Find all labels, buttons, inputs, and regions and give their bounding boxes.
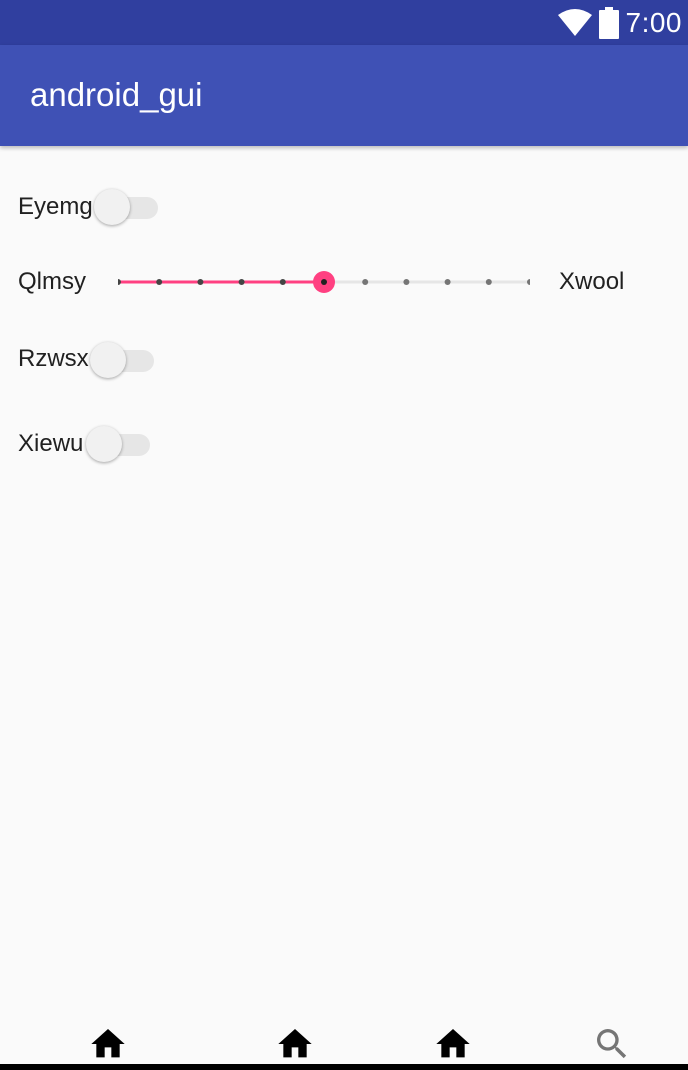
status-bar: 7:00 <box>0 0 688 45</box>
slider-tick <box>485 279 492 285</box>
slider-tick <box>362 279 369 285</box>
switch-label-eyemg: Eyemg <box>18 193 93 220</box>
slider-tick <box>118 279 121 285</box>
slider-tick <box>444 279 451 285</box>
screen: 7:00 android_gui Eyemg Qlmsy Xwool Rzwsx… <box>0 0 688 1070</box>
switch-xiewu[interactable] <box>86 424 150 464</box>
app-bar: android_gui <box>0 45 688 146</box>
app-title: android_gui <box>30 76 203 113</box>
slider-tick <box>527 279 530 285</box>
status-time: 7:00 <box>625 6 682 38</box>
switch-thumb[interactable] <box>90 342 126 378</box>
slider-tick <box>238 279 245 285</box>
search-icon[interactable] <box>592 1024 632 1064</box>
switch-eyemg[interactable] <box>94 187 158 227</box>
slider-tick <box>279 279 286 285</box>
switch-thumb[interactable] <box>86 426 122 462</box>
switch-rzwsx[interactable] <box>90 340 154 380</box>
system-nav-bar <box>0 1064 688 1070</box>
slider-label-start: Qlmsy <box>18 268 86 295</box>
battery-icon <box>598 6 619 39</box>
switch-label-xiewu: Xiewu <box>18 430 84 457</box>
discrete-slider[interactable] <box>118 262 530 302</box>
slider-thumb-tick <box>321 279 327 285</box>
bottom-nav <box>0 1020 688 1064</box>
home-icon[interactable] <box>88 1024 128 1064</box>
wifi-icon <box>557 8 592 36</box>
switch-label-rzwsx: Rzwsx <box>18 345 89 372</box>
home-icon[interactable] <box>433 1024 473 1064</box>
slider-tick <box>403 279 410 285</box>
slider-tick <box>197 279 204 285</box>
slider-tick <box>156 279 163 285</box>
status-icons: 7:00 <box>557 0 683 45</box>
switch-thumb[interactable] <box>94 189 130 225</box>
home-icon[interactable] <box>275 1024 315 1064</box>
slider-label-end: Xwool <box>559 268 625 295</box>
